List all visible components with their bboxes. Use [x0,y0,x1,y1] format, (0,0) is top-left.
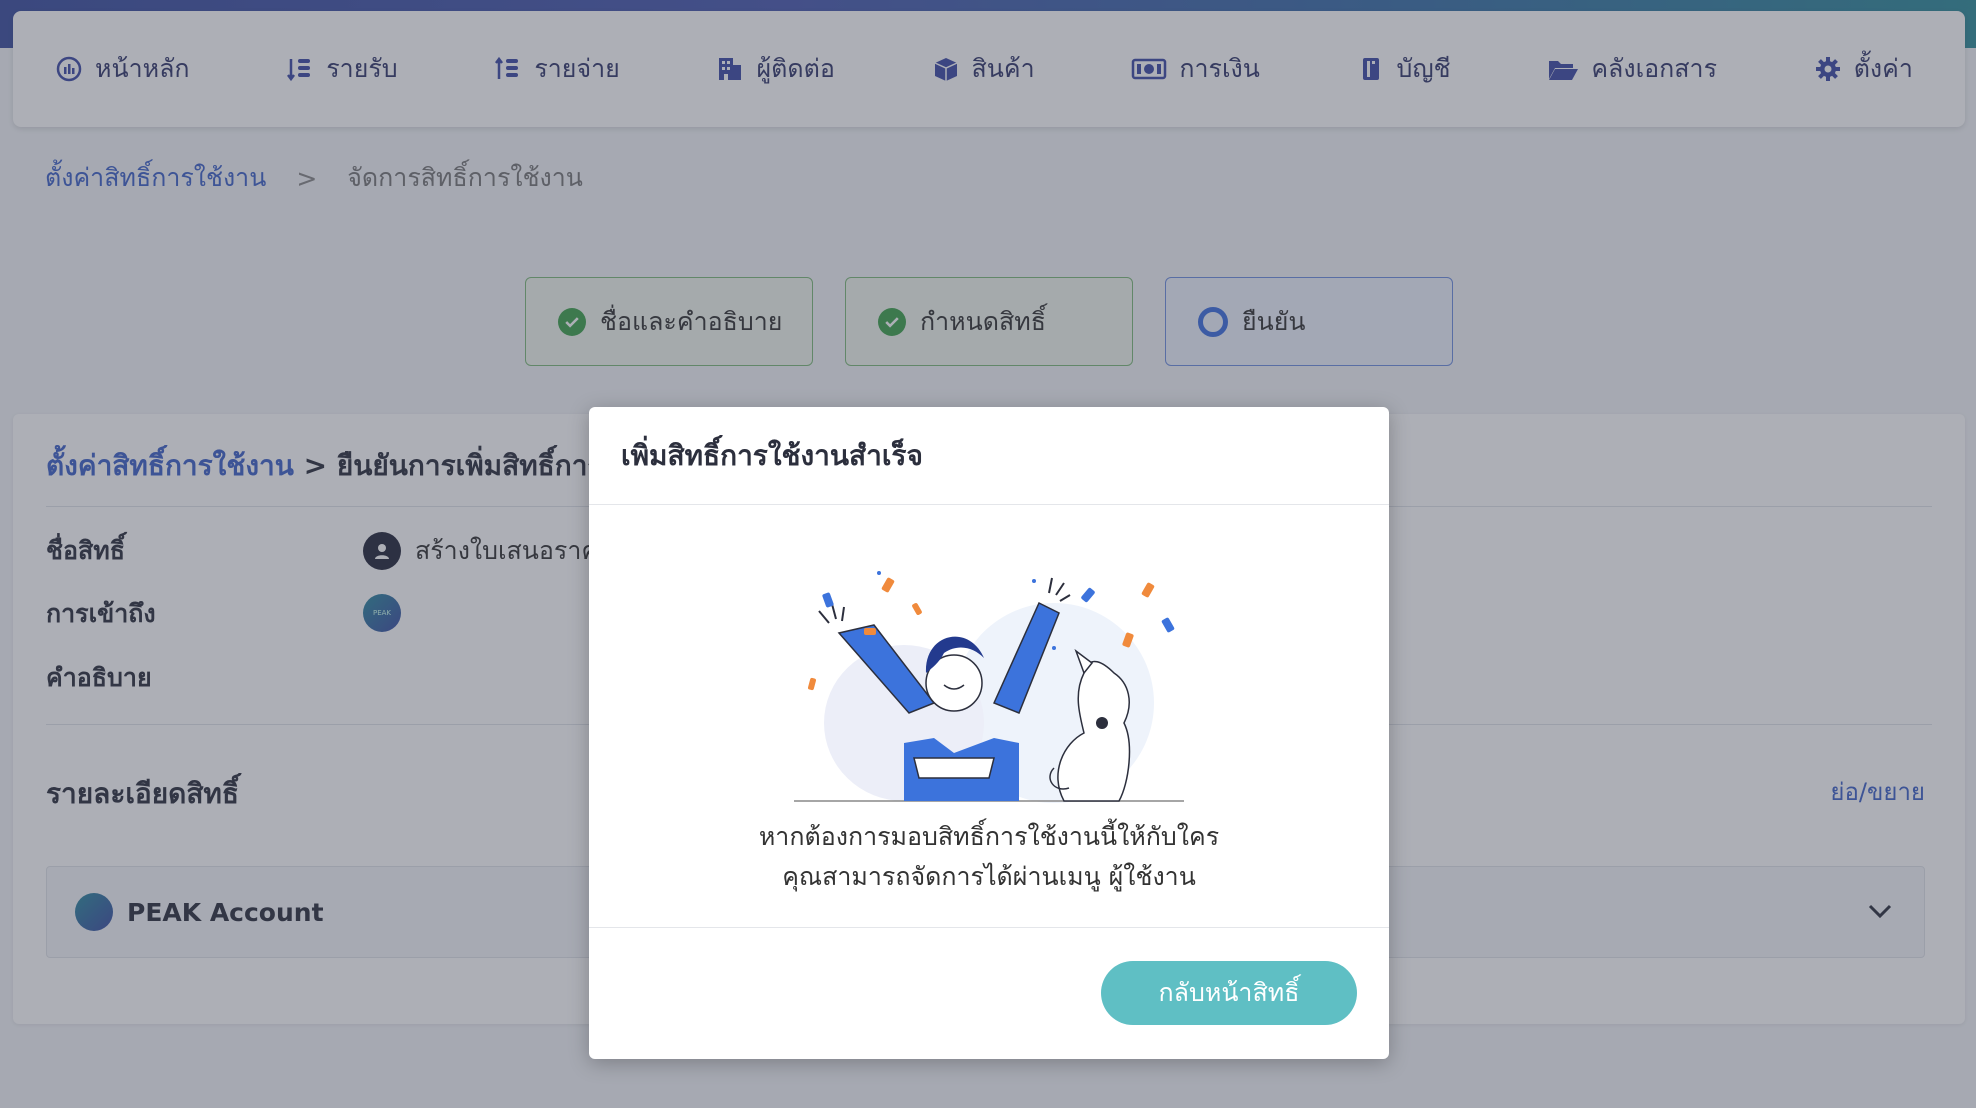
modal-message: หากต้องการมอบสิทธิ์การใช้งานนี้ให้กับใคร… [589,817,1389,897]
modal-header: เพิ่มสิทธิ์การใช้งานสำเร็จ [589,407,1389,505]
modal-message-line-1: หากต้องการมอบสิทธิ์การใช้งานนี้ให้กับใคร [758,822,1220,851]
modal-message-line-2: คุณสามารถจัดการได้ผ่านเมนู ผู้ใช้งาน [782,862,1196,891]
modal-title: เพิ่มสิทธิ์การใช้งานสำเร็จ [621,438,923,472]
celebration-illustration [794,571,1184,803]
success-modal: เพิ่มสิทธิ์การใช้งานสำเร็จ หากต้องการมอบ… [589,407,1389,1059]
modal-body: หากต้องการมอบสิทธิ์การใช้งานนี้ให้กับใคร… [589,505,1389,928]
modal-footer: กลับหน้าสิทธิ์ [589,928,1389,1058]
back-to-permissions-button[interactable]: กลับหน้าสิทธิ์ [1101,961,1357,1025]
